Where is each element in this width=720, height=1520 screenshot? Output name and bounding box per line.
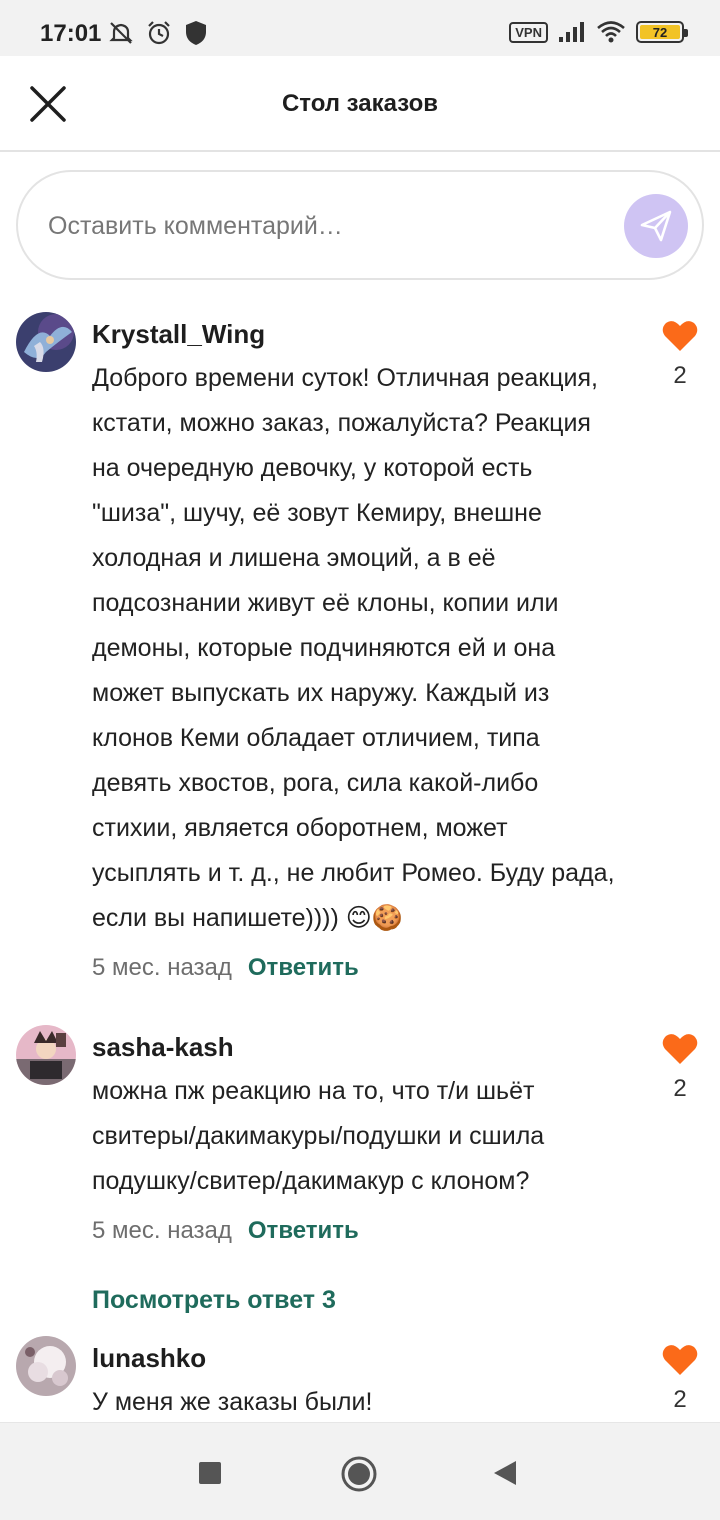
back-button[interactable] — [492, 1459, 518, 1492]
like-button[interactable]: 2 — [662, 320, 698, 390]
send-icon — [640, 210, 672, 242]
battery-level: 72 — [640, 25, 680, 40]
comment-meta: 5 мес. назад Ответить — [92, 1208, 620, 1254]
reply-button[interactable]: Ответить — [248, 954, 359, 982]
home-button[interactable] — [340, 1455, 378, 1498]
comment-item: sasha-kash можна пж реакцию на то, что т… — [0, 1013, 720, 1254]
comment-item: lunashko У меня же заказы были! 2 — [0, 1324, 720, 1422]
recents-button[interactable] — [198, 1461, 222, 1490]
do-not-disturb-icon — [109, 22, 133, 44]
comment-meta: 5 мес. назад Ответить — [92, 945, 620, 991]
alarm-icon — [148, 21, 170, 45]
circle-icon — [341, 1456, 377, 1492]
app-header: Стол заказов — [0, 56, 720, 152]
shield-icon — [186, 21, 206, 45]
status-right-icons: VPN 72 — [509, 20, 688, 44]
battery-icon: 72 — [636, 21, 688, 43]
send-button[interactable] — [624, 194, 688, 258]
comment-username[interactable]: lunashko — [92, 1324, 620, 1374]
comment-text: можна пж реакцию на то, что т/и шьёт сви… — [92, 1077, 545, 1195]
avatar-image — [16, 1336, 76, 1396]
comment-username[interactable]: Krystall_Wing — [92, 300, 620, 350]
like-button[interactable]: 2 — [662, 1344, 698, 1414]
comment-item: Krystall_Wing Доброго времени суток! Отл… — [0, 300, 720, 991]
avatar-image — [16, 312, 76, 372]
comment-time: 5 мес. назад — [92, 954, 232, 981]
avatar[interactable] — [16, 312, 76, 372]
status-time: 17:01 — [40, 20, 102, 47]
status-left-icons — [108, 20, 208, 46]
system-nav-bar — [0, 1422, 720, 1520]
battery-tip — [684, 29, 688, 37]
reply-button[interactable]: Ответить — [248, 1217, 359, 1245]
comment-time: 5 мес. назад — [92, 1217, 232, 1244]
heart-icon — [662, 1345, 698, 1375]
avatar[interactable] — [16, 1336, 76, 1396]
avatar[interactable] — [16, 1025, 76, 1085]
comment-username[interactable]: sasha-kash — [92, 1013, 620, 1063]
like-count: 2 — [673, 1075, 687, 1102]
comment-text: У меня же заказы были! — [92, 1388, 373, 1416]
comment-input[interactable] — [48, 204, 608, 248]
wifi-icon — [597, 21, 625, 43]
square-icon — [199, 1462, 221, 1484]
heart-icon — [662, 321, 698, 351]
status-bar: 17:01 VPN 72 — [0, 0, 720, 56]
like-count: 2 — [673, 362, 687, 389]
like-button[interactable]: 2 — [662, 1033, 698, 1103]
like-count: 2 — [673, 1386, 687, 1413]
vpn-icon: VPN — [509, 21, 548, 43]
triangle-back-icon — [494, 1461, 516, 1485]
avatar-image — [16, 1025, 76, 1085]
heart-icon — [662, 1034, 698, 1064]
comment-text: Доброго времени суток! Отличная реакция,… — [92, 364, 615, 932]
signal-icon — [559, 22, 584, 42]
comments-list: Krystall_Wing Доброго времени суток! Отл… — [0, 300, 720, 1422]
comment-compose-box — [16, 170, 704, 280]
view-replies-link[interactable]: Посмотреть ответ 3 — [0, 1278, 720, 1322]
page-title: Стол заказов — [281, 90, 439, 117]
